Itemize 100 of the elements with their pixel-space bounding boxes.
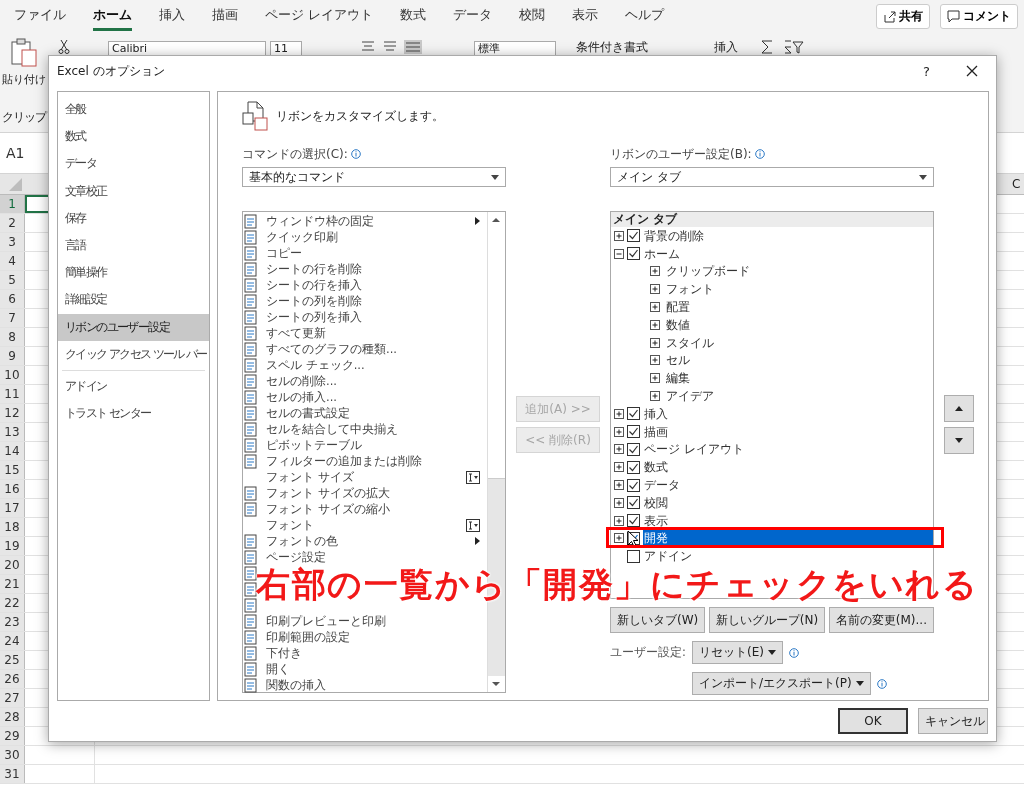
row-header[interactable]: 9 bbox=[0, 347, 25, 365]
info-icon[interactable] bbox=[350, 149, 361, 159]
command-dropdown[interactable]: 基本的なコマンド bbox=[242, 167, 506, 187]
ribbon-tab[interactable]: 挿入 bbox=[159, 1, 185, 31]
tree-item[interactable]: 表示 bbox=[643, 513, 668, 528]
command-item[interactable]: コピー bbox=[266, 245, 487, 261]
command-item[interactable]: ピボットテーブル bbox=[266, 437, 487, 453]
row-header[interactable]: 31 bbox=[0, 765, 25, 783]
category-item[interactable]: データ bbox=[58, 150, 209, 178]
ribbon-tab[interactable]: 数式 bbox=[400, 1, 427, 31]
ribbon-tab[interactable]: ページ レイアウト bbox=[265, 1, 374, 31]
row-header[interactable]: 30 bbox=[0, 746, 25, 764]
ribbon-tab[interactable]: データ bbox=[453, 1, 493, 31]
row-header[interactable]: 6 bbox=[0, 290, 25, 308]
ribbon-dropdown[interactable]: メイン タブ bbox=[610, 167, 934, 187]
row-header[interactable]: 11 bbox=[0, 385, 25, 403]
paste-label[interactable]: 貼り付け bbox=[2, 72, 46, 87]
row-header[interactable]: 3 bbox=[0, 233, 25, 251]
expand-icon[interactable] bbox=[650, 373, 660, 384]
command-item[interactable]: 印刷範囲の設定 bbox=[266, 629, 487, 645]
align-icon[interactable] bbox=[362, 40, 422, 54]
category-item[interactable]: 詳細設定 bbox=[58, 286, 209, 314]
row-header[interactable]: 10 bbox=[0, 366, 25, 384]
expand-icon[interactable] bbox=[614, 497, 624, 508]
command-item[interactable]: クイック印刷 bbox=[266, 229, 487, 245]
row-header[interactable]: 2 bbox=[0, 214, 25, 232]
command-item[interactable]: セルの書式設定 bbox=[266, 405, 487, 421]
ribbon-tab[interactable]: ファイル bbox=[14, 1, 66, 31]
tree-action-button[interactable]: 新しいタブ(W) bbox=[610, 607, 706, 633]
command-item[interactable]: 印刷プレビューと印刷 bbox=[266, 613, 487, 629]
tree-item[interactable]: ページ レイアウト bbox=[643, 442, 744, 457]
expand-icon[interactable] bbox=[614, 230, 624, 241]
scissors-icon[interactable] bbox=[58, 40, 70, 54]
row-header[interactable]: 27 bbox=[0, 689, 25, 707]
category-item[interactable]: アドイン bbox=[58, 372, 209, 401]
command-item[interactable]: 関数の挿入 bbox=[266, 677, 487, 693]
row-header[interactable]: 21 bbox=[0, 575, 25, 593]
category-item[interactable]: 全般 bbox=[58, 96, 209, 124]
tree-action-button[interactable]: 新しいグループ(N) bbox=[708, 607, 826, 633]
command-item[interactable]: すべて更新 bbox=[266, 325, 487, 341]
tree-item[interactable]: クリップボード bbox=[665, 264, 750, 279]
command-item[interactable]: フォント サイズの縮小 bbox=[266, 501, 487, 517]
insert-button[interactable]: 挿入 bbox=[714, 39, 738, 56]
move-up-button[interactable] bbox=[944, 395, 974, 422]
category-item[interactable]: リボンのユーザー設定 bbox=[58, 313, 209, 341]
expand-icon[interactable] bbox=[614, 462, 624, 473]
sort-filter-icon[interactable] bbox=[784, 40, 804, 54]
category-item[interactable]: トラスト センター bbox=[58, 400, 209, 428]
checkbox[interactable] bbox=[627, 442, 640, 456]
tree-item[interactable]: セル bbox=[665, 353, 690, 368]
import-export-button[interactable]: インポート/エクスポート(P) bbox=[692, 672, 871, 695]
tree-item[interactable]: ホーム bbox=[643, 246, 680, 261]
column-header[interactable]: C bbox=[1012, 177, 1024, 191]
ok-button[interactable]: OK bbox=[838, 708, 908, 734]
move-down-button[interactable] bbox=[944, 427, 974, 454]
row-header[interactable]: 23 bbox=[0, 613, 25, 631]
row-header[interactable]: 29 bbox=[0, 727, 25, 745]
share-button[interactable]: 共有 bbox=[876, 3, 930, 29]
expand-icon[interactable] bbox=[614, 533, 624, 544]
expand-icon[interactable] bbox=[650, 319, 660, 330]
category-item[interactable]: 簡単操作 bbox=[58, 259, 209, 287]
tree-item[interactable]: 挿入 bbox=[643, 406, 668, 421]
command-item[interactable]: 下付き bbox=[266, 645, 487, 661]
info-icon[interactable] bbox=[754, 149, 765, 159]
expand-icon[interactable] bbox=[614, 480, 624, 491]
command-item[interactable]: セルを結合して中央揃え bbox=[266, 421, 487, 437]
checkbox[interactable] bbox=[627, 496, 640, 510]
command-item[interactable]: フォントの色 bbox=[266, 533, 469, 549]
command-item[interactable]: フォント bbox=[266, 517, 460, 533]
row-header[interactable]: 15 bbox=[0, 461, 25, 479]
row-header[interactable]: 18 bbox=[0, 518, 25, 536]
expand-icon[interactable] bbox=[650, 355, 660, 366]
category-item[interactable]: クイック アクセス ツール バー bbox=[58, 340, 209, 368]
expand-icon[interactable] bbox=[650, 284, 660, 295]
tree-item[interactable]: アイデア bbox=[665, 389, 714, 404]
expand-icon[interactable] bbox=[614, 515, 624, 526]
reset-button[interactable]: リセット(E) bbox=[692, 641, 783, 664]
command-item[interactable]: ウィンドウ枠の固定 bbox=[266, 213, 469, 229]
command-item[interactable]: スペル チェック... bbox=[266, 357, 487, 373]
help-button[interactable]: ? bbox=[923, 63, 930, 79]
tree-item[interactable]: フォント bbox=[665, 282, 714, 297]
tree-item[interactable]: 描画 bbox=[643, 424, 668, 439]
expand-icon[interactable] bbox=[614, 408, 624, 419]
conditional-format-button[interactable]: 条件付き書式 bbox=[576, 39, 648, 56]
tree-item[interactable]: スタイル bbox=[665, 335, 714, 350]
tree-item[interactable]: 校閲 bbox=[643, 495, 668, 510]
paste-icon[interactable] bbox=[10, 38, 38, 68]
tree-item[interactable]: 背景の削除 bbox=[643, 228, 704, 243]
command-item[interactable]: セルの挿入... bbox=[266, 389, 487, 405]
ribbon-tab[interactable]: ヘルプ bbox=[625, 1, 665, 31]
comment-button[interactable]: コメント bbox=[940, 3, 1018, 29]
category-item[interactable]: 保存 bbox=[58, 204, 209, 232]
checkbox[interactable] bbox=[627, 247, 640, 261]
ribbon-tab[interactable]: 表示 bbox=[572, 1, 599, 31]
expand-icon[interactable] bbox=[614, 444, 624, 455]
checkbox[interactable] bbox=[627, 514, 640, 528]
command-item[interactable]: すべてのグラフの種類... bbox=[266, 341, 487, 357]
tree-item[interactable]: 配置 bbox=[665, 300, 690, 315]
row-header[interactable]: 20 bbox=[0, 556, 25, 574]
tree-item[interactable]: アドイン bbox=[643, 549, 692, 564]
